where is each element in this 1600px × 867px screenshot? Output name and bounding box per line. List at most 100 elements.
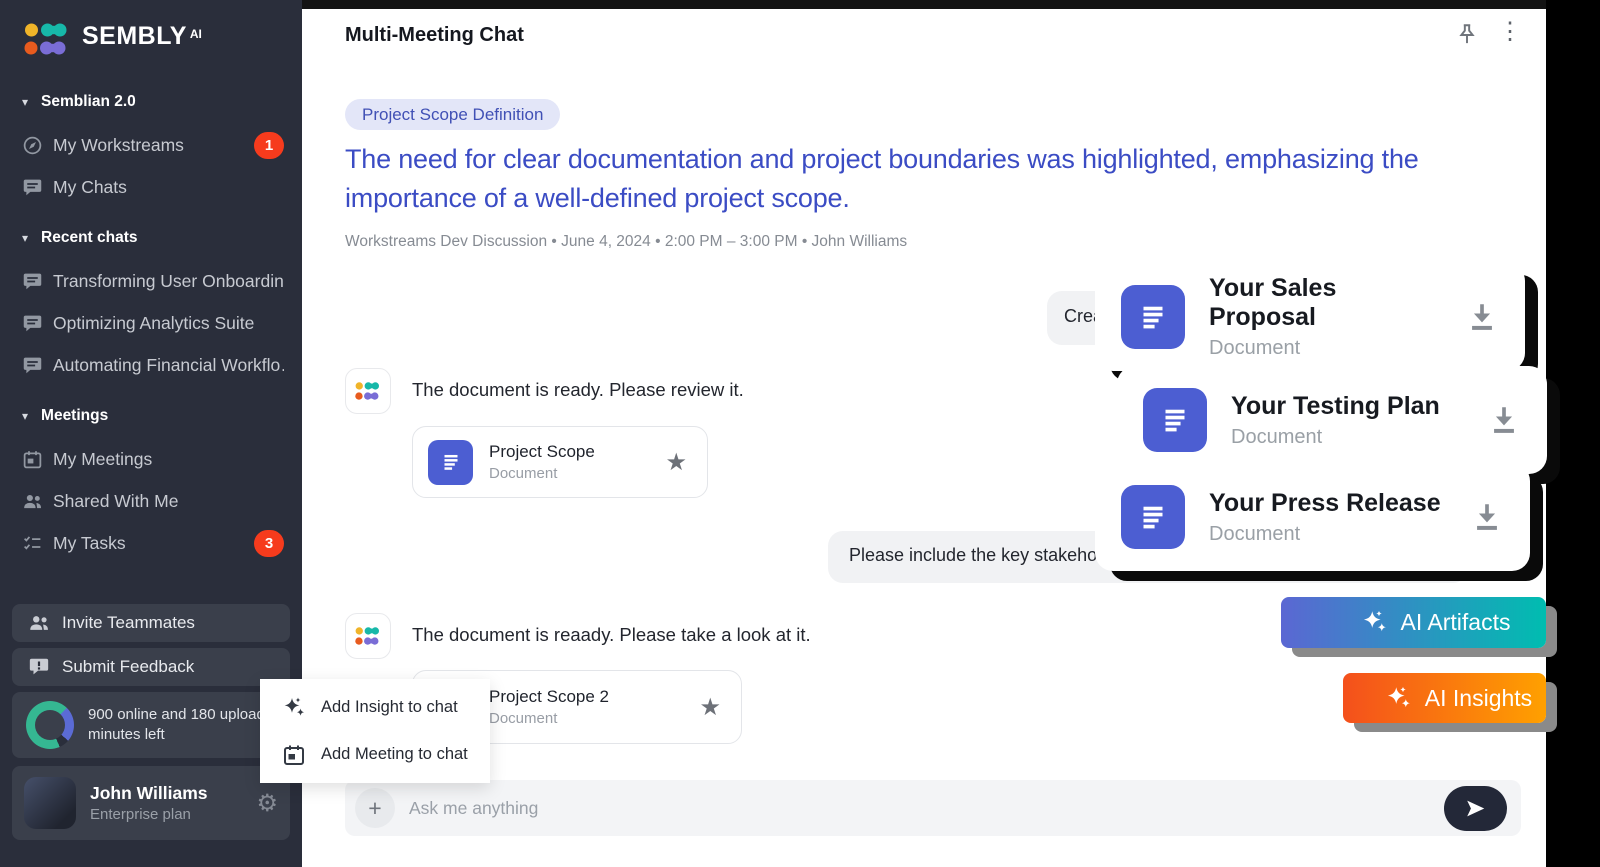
sparkle-icon (1361, 609, 1388, 636)
menu-item-add-insight[interactable]: Add Insight to chat (260, 687, 490, 728)
sidebar-item-label: My Meetings (53, 449, 152, 470)
sidebar-item-my-meetings[interactable]: My Meetings (0, 438, 302, 480)
invite-teammates-button[interactable]: Invite Teammates (12, 604, 290, 642)
user-profile-tile[interactable]: John Williams Enterprise plan ⚙ (12, 766, 290, 840)
workstreams-count-badge: 1 (254, 132, 284, 159)
bot-message-row: The document is reaady. Please take a lo… (345, 613, 811, 659)
topic-tag: Project Scope Definition (345, 99, 560, 130)
people-icon (22, 491, 43, 512)
chat-icon (22, 177, 43, 198)
artifact-title: Your Sales Proposal (1209, 274, 1441, 332)
add-attachment-button[interactable]: + (355, 788, 395, 828)
star-icon[interactable]: ★ (699, 693, 721, 722)
section-recent-chats[interactable]: ▾ Recent chats (0, 216, 302, 260)
artifact-card-sales-proposal[interactable]: Your Sales Proposal Document (1095, 263, 1525, 371)
artifact-title: Your Press Release (1209, 489, 1441, 518)
bot-message-row: The document is ready. Please review it. (345, 368, 744, 414)
sembly-bot-avatar (345, 613, 391, 659)
document-icon (1121, 285, 1185, 349)
minutes-remaining-text: 900 online and 180 upload minutes left (88, 705, 276, 745)
chat-input[interactable] (395, 798, 1444, 819)
artifact-card-press-release[interactable]: Your Press Release Document (1095, 463, 1530, 571)
sembly-bot-avatar (345, 368, 391, 414)
sidebar-item-label: Automating Financial Workflo… (53, 355, 284, 376)
user-name: John Williams (90, 783, 208, 804)
brand-name: SEMBLY (82, 22, 187, 50)
sidebar-item-label: Optimizing Analytics Suite (53, 313, 254, 334)
caret-down-icon: ▾ (22, 410, 28, 422)
document-title: Project Scope (489, 442, 595, 462)
menu-item-add-meeting[interactable]: Add Meeting to chat (260, 734, 490, 775)
brand-suffix: AI (190, 27, 202, 41)
meeting-meta: Workstreams Dev Discussion • June 4, 202… (345, 233, 907, 251)
download-icon[interactable] (1470, 500, 1504, 534)
section-label: Meetings (41, 407, 108, 425)
chat-icon (22, 313, 43, 334)
ai-artifacts-button[interactable]: AI Artifacts (1281, 597, 1546, 648)
user-plan: Enterprise plan (90, 806, 208, 823)
compass-icon (22, 135, 43, 156)
ai-insights-button[interactable]: AI Insights (1343, 673, 1546, 723)
sidebar-nav: ▾ Semblian 2.0 My Workstreams 1 My Chats… (0, 80, 302, 564)
feedback-icon (28, 656, 50, 678)
minutes-remaining-tile[interactable]: 900 online and 180 upload minutes left (12, 692, 290, 758)
sidebar-item-label: My Workstreams (53, 135, 184, 156)
sidebar: SEMBLYAI ▾ Semblian 2.0 My Workstreams 1… (0, 0, 302, 867)
document-title: Project Scope 2 (489, 687, 609, 707)
tasks-count-badge: 3 (254, 530, 284, 557)
download-icon[interactable] (1487, 403, 1521, 437)
sembly-logo[interactable]: SEMBLYAI (0, 0, 302, 56)
sidebar-item-recent-chat-3[interactable]: Automating Financial Workflo… (0, 344, 302, 386)
send-icon (1465, 798, 1486, 819)
artifact-card-testing-plan[interactable]: Your Testing Plan Document (1117, 366, 1547, 474)
sidebar-item-label: Transforming User Onboarding (53, 271, 284, 292)
add-to-chat-context-menu: Add Insight to chat Add Meeting to chat (260, 679, 490, 783)
ai-artifacts-label: AI Artifacts (1401, 609, 1511, 636)
sembly-logo-icon (24, 22, 70, 56)
submit-feedback-button[interactable]: Submit Feedback (12, 648, 290, 686)
people-icon (28, 612, 50, 634)
download-icon[interactable] (1465, 300, 1499, 334)
section-meetings[interactable]: ▾ Meetings (0, 394, 302, 438)
artifact-title: Your Testing Plan (1231, 392, 1440, 421)
document-icon (428, 440, 473, 485)
invite-teammates-label: Invite Teammates (62, 613, 195, 633)
menu-item-label: Add Meeting to chat (321, 745, 468, 764)
frame-right-edge (1546, 0, 1600, 867)
sidebar-item-my-chats[interactable]: My Chats (0, 166, 302, 208)
document-icon (1121, 485, 1185, 549)
section-label: Semblian 2.0 (41, 93, 136, 111)
sidebar-item-label: My Tasks (53, 533, 126, 554)
avatar (24, 777, 76, 829)
document-card-project-scope[interactable]: Project Scope Document ★ (412, 426, 708, 498)
kebab-menu-icon[interactable]: ⋮ (1498, 20, 1522, 44)
frame-top-edge (302, 0, 1600, 9)
plus-icon: + (368, 795, 381, 822)
caret-down-icon: ▾ (22, 232, 28, 244)
sidebar-item-my-workstreams[interactable]: My Workstreams 1 (0, 124, 302, 166)
star-icon[interactable]: ★ (665, 448, 687, 477)
submit-feedback-label: Submit Feedback (62, 657, 194, 677)
sidebar-item-shared-with-me[interactable]: Shared With Me (0, 480, 302, 522)
ai-insights-label: AI Insights (1425, 685, 1532, 712)
gear-icon[interactable]: ⚙ (256, 789, 278, 818)
pin-icon[interactable] (1454, 22, 1480, 48)
minutes-progress-ring (26, 701, 74, 749)
document-icon (1143, 388, 1207, 452)
sidebar-item-my-tasks[interactable]: My Tasks 3 (0, 522, 302, 564)
calendar-icon (22, 449, 43, 470)
sidebar-item-label: Shared With Me (53, 491, 178, 512)
bot-message-text: The document is reaady. Please take a lo… (412, 613, 811, 659)
document-type: Document (489, 465, 595, 482)
sembly-logo-icon (355, 381, 381, 401)
sidebar-item-recent-chat-2[interactable]: Optimizing Analytics Suite (0, 302, 302, 344)
section-semblian[interactable]: ▾ Semblian 2.0 (0, 80, 302, 124)
chat-composer: + (345, 780, 1521, 836)
chat-icon (22, 355, 43, 376)
sparkle-icon (1385, 685, 1412, 712)
tasks-icon (22, 533, 43, 554)
caret-down-icon: ▾ (22, 96, 28, 108)
sidebar-item-recent-chat-1[interactable]: Transforming User Onboarding (0, 260, 302, 302)
send-button[interactable] (1444, 786, 1507, 831)
menu-item-label: Add Insight to chat (321, 698, 458, 717)
